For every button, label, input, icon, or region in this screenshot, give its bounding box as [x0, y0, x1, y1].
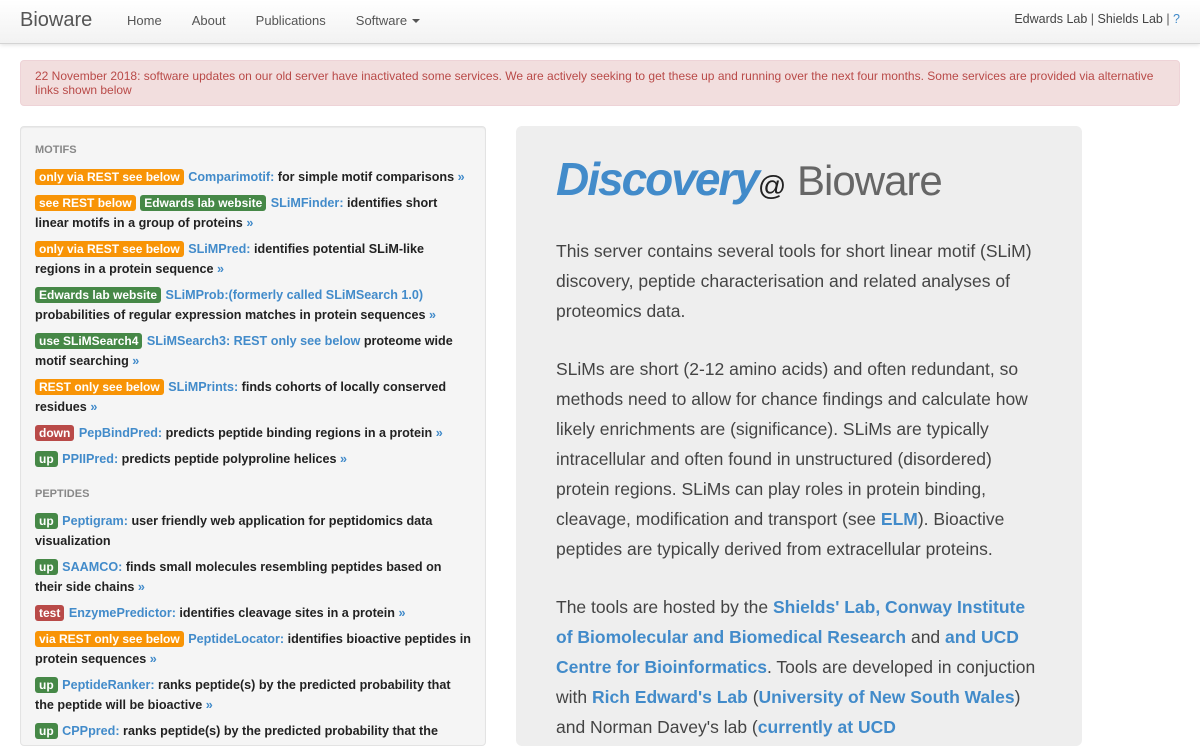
separator: | [1087, 12, 1098, 26]
slims-paragraph: SLiMs are short (2-12 amino acids) and o… [556, 354, 1042, 564]
tool-link[interactable]: SAAMCO: [62, 560, 122, 574]
text: and [906, 627, 946, 647]
title-discovery: Discovery [556, 153, 760, 205]
tool-link[interactable]: PeptideLocator: [188, 632, 284, 646]
tool-list-item: up PeptideRanker: ranks peptide(s) by th… [35, 675, 471, 715]
tool-list-item: use SLiMSearch4 SLiMSearch3: REST only s… [35, 331, 471, 371]
top-navbar: Bioware Home About Publications Software… [0, 0, 1200, 44]
status-badge[interactable]: REST only see below [35, 379, 164, 395]
tool-list-item: up SAAMCO: finds small molecules resembl… [35, 557, 471, 597]
status-badge[interactable]: test [35, 605, 65, 621]
more-link[interactable]: » [206, 698, 213, 712]
tool-description: predicts peptide polyproline helices [118, 452, 341, 466]
caret-down-icon [412, 18, 421, 23]
tool-description: predicts peptide binding regions in a pr… [162, 426, 436, 440]
tool-link[interactable]: SLiMPrints: [168, 380, 238, 394]
tool-list-item: Edwards lab website SLiMProb:(formerly c… [35, 285, 471, 325]
more-link[interactable]: » [246, 216, 253, 230]
hero-unit: Discovery@ Bioware This server contains … [516, 126, 1082, 746]
rich-edwards-lab-link[interactable]: Rich Edward's Lab [592, 687, 748, 707]
status-badge[interactable]: Edwards lab website [140, 195, 267, 211]
title-at: @ [757, 170, 787, 201]
elm-link[interactable]: ELM [881, 509, 918, 529]
more-link[interactable]: » [150, 652, 157, 666]
more-link[interactable]: » [217, 262, 224, 276]
tool-list-item: only via REST see below Comparimotif: fo… [35, 167, 471, 187]
status-badge[interactable]: via REST only see below [35, 631, 184, 647]
help-link[interactable]: ? [1173, 12, 1180, 26]
tool-link[interactable]: SLiMProb:(formerly called SLiMSearch 1.0… [166, 288, 424, 302]
more-link[interactable]: » [132, 354, 139, 368]
status-badge[interactable]: use SLiMSearch4 [35, 333, 143, 349]
tool-link[interactable]: Comparimotif: [188, 170, 274, 184]
more-link[interactable]: » [399, 606, 406, 620]
tool-list-item: up Peptigram: user friendly web applicat… [35, 511, 471, 551]
status-badge[interactable]: down [35, 425, 75, 441]
shields-lab-link[interactable]: Shields Lab [1098, 12, 1163, 26]
main-nav: Home About Publications Software [112, 0, 435, 44]
tool-list-item: via REST only see below PeptideLocator: … [35, 629, 471, 669]
tool-link[interactable]: Peptigram: [62, 514, 128, 528]
ucd-link[interactable]: currently at UCD [758, 717, 896, 737]
unsw-link[interactable]: University of New South Wales [759, 687, 1015, 707]
tool-list-item: up PPIIPred: predicts peptide polyprolin… [35, 449, 471, 469]
more-link[interactable]: » [458, 170, 465, 184]
page-title: Discovery@ Bioware [556, 152, 1042, 210]
status-badge[interactable]: up [35, 451, 58, 467]
more-link[interactable]: » [436, 426, 443, 440]
nav-home[interactable]: Home [112, 0, 177, 40]
tool-list-item: up CPPpred: ranks peptide(s) by the pred… [35, 721, 471, 745]
tool-link[interactable]: CPPpred: [62, 724, 119, 738]
intro-paragraph: This server contains several tools for s… [556, 241, 1032, 321]
tools-sidebar: MOTIFS only via REST see below Comparimo… [20, 126, 486, 746]
peptides-header: PEPTIDES [35, 488, 90, 500]
tool-list-item: only via REST see below SLiMPred: identi… [35, 239, 471, 279]
tool-link[interactable]: PepBindPred: [79, 426, 162, 440]
tool-link[interactable]: PeptideRanker: [62, 678, 154, 692]
tool-list-item: down PepBindPred: predicts peptide bindi… [35, 423, 471, 443]
separator: | [1162, 12, 1174, 26]
more-link[interactable]: » [90, 400, 97, 414]
tool-description: for simple motif comparisons [274, 170, 458, 184]
status-badge[interactable]: up [35, 513, 58, 529]
tool-link[interactable]: SLiMPred: [188, 242, 250, 256]
hosting-paragraph: The tools are hosted by the Shields' Lab… [556, 592, 1042, 742]
lab-links: Edwards Lab | Shields Lab | ? [1014, 12, 1180, 26]
edwards-lab-link[interactable]: Edwards Lab [1014, 12, 1087, 26]
nav-software-label: Software [355, 12, 408, 28]
tool-link[interactable]: EnzymePredictor: [69, 606, 176, 620]
status-badge[interactable]: up [35, 559, 58, 575]
nav-publications[interactable]: Publications [241, 0, 341, 40]
text: The tools are hosted by the [556, 597, 773, 617]
tool-description: probabilities of regular expression matc… [35, 308, 430, 322]
more-link[interactable]: » [429, 308, 436, 322]
tool-link[interactable]: SLiMFinder: [271, 196, 344, 210]
tool-link[interactable]: PPIIPred: [62, 452, 118, 466]
nav-about[interactable]: About [177, 0, 241, 40]
brand-logo[interactable]: Bioware [20, 9, 92, 32]
motifs-header: MOTIFS [35, 144, 77, 156]
more-link[interactable]: » [138, 580, 145, 594]
status-badge[interactable]: up [35, 723, 58, 739]
tool-list-item: see REST below Edwards lab website SLiMF… [35, 193, 471, 233]
text: SLiMs are short (2-12 amino acids) and o… [556, 359, 1028, 529]
status-badge[interactable]: Edwards lab website [35, 287, 162, 303]
motifs-list: only via REST see below Comparimotif: fo… [35, 167, 471, 469]
status-badge[interactable]: only via REST see below [35, 169, 184, 185]
text: ( [747, 687, 759, 707]
tool-link[interactable]: SLiMSearch3: REST only see below [147, 334, 360, 348]
tool-list-item: REST only see below SLiMPrints: finds co… [35, 377, 471, 417]
tool-description: identifies cleavage sites in a protein [175, 606, 399, 620]
peptides-list: up Peptigram: user friendly web applicat… [35, 511, 471, 745]
status-badge[interactable]: up [35, 677, 58, 693]
more-link[interactable]: » [340, 452, 347, 466]
status-badge[interactable]: only via REST see below [35, 241, 184, 257]
status-badge[interactable]: see REST below [35, 195, 136, 211]
server-notice-alert: 22 November 2018: software updates on ou… [20, 60, 1180, 106]
tool-list-item: test EnzymePredictor: identifies cleavag… [35, 603, 471, 623]
title-bioware: Bioware [786, 157, 943, 204]
nav-software-dropdown[interactable]: Software [341, 0, 435, 40]
